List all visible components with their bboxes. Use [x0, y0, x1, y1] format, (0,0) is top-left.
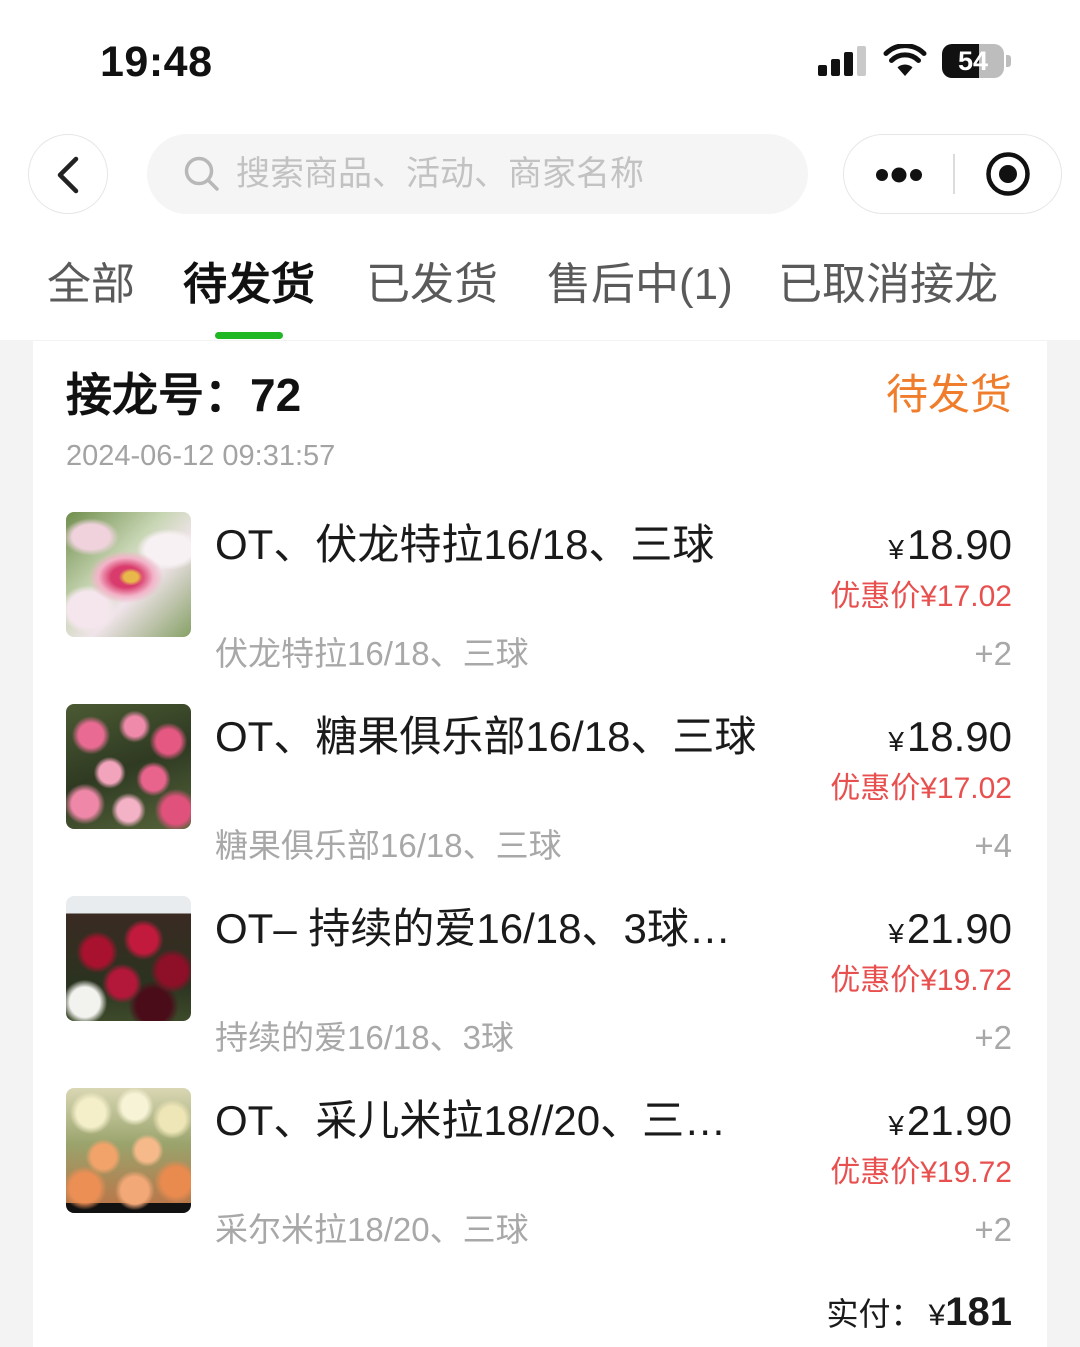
order-id-number: 72: [250, 369, 302, 421]
total-label: 实付：: [826, 1296, 923, 1332]
list-item[interactable]: OT、采儿米拉18//20、三… ¥21.90 优惠价¥19.72 采尔米拉18…: [33, 1088, 1047, 1280]
product-title: OT– 持续的爱16/18、3球…: [215, 905, 731, 952]
product-quantity: +4: [974, 827, 1012, 864]
back-button[interactable]: [28, 134, 108, 214]
tab-cancelled[interactable]: 已取消接龙: [778, 250, 998, 320]
price-amount: 18.90: [906, 521, 1012, 568]
discount-amount: ¥19.72: [920, 1156, 1012, 1189]
screen: 19:48 54 搜索商品、活动、商家名称 全部 待发货 已发货 售后中(1) …: [0, 0, 1080, 1347]
tab-after-sales[interactable]: 售后中(1): [547, 250, 733, 320]
search-placeholder: 搜索商品、活动、商家名称: [236, 155, 644, 193]
search-input[interactable]: 搜索商品、活动、商家名称: [147, 134, 808, 214]
status-badge: 待发货: [885, 371, 1012, 418]
list-item[interactable]: OT– 持续的爱16/18、3球… ¥21.90 优惠价¥19.72 持续的爱1…: [33, 896, 1047, 1088]
price-currency: ¥: [888, 726, 904, 757]
cellular-signal-icon: [818, 46, 866, 76]
battery-level: 54: [957, 46, 989, 76]
list-item[interactable]: OT、伏龙特拉16/18、三球 ¥18.90 优惠价¥17.02 伏龙特拉16/…: [33, 512, 1047, 704]
mini-program-capsule: [843, 134, 1062, 214]
total-currency: ¥: [928, 1299, 946, 1332]
total-amount: 181: [945, 1290, 1012, 1334]
order-id: 接龙号：72: [66, 370, 301, 420]
product-image[interactable]: [66, 704, 191, 829]
product-quantity: +2: [974, 1211, 1012, 1248]
discount-label: 优惠价: [830, 1156, 921, 1189]
more-dots-icon[interactable]: [875, 166, 923, 184]
price-amount: 21.90: [906, 1097, 1012, 1144]
order-total: 实付： ¥181: [827, 1289, 1012, 1344]
chevron-left-icon: [57, 156, 79, 194]
header-area: 19:48 54 搜索商品、活动、商家名称 全部 待发货 已发货 售后中(1) …: [0, 0, 1080, 340]
discount-label: 优惠价: [830, 964, 921, 997]
product-title: OT、糖果俱乐部16/18、三球: [215, 713, 757, 760]
search-icon: [184, 156, 219, 191]
product-price: ¥21.90: [888, 904, 1012, 964]
wifi-icon: [883, 44, 927, 76]
product-image[interactable]: [66, 512, 191, 637]
product-spec: 采尔米拉18/20、三球: [215, 1211, 529, 1248]
product-price: ¥18.90: [888, 712, 1012, 772]
product-spec: 伏龙特拉16/18、三球: [215, 635, 529, 672]
capsule-divider: [953, 154, 955, 194]
price-amount: 18.90: [906, 713, 1012, 760]
tab-pending-shipment[interactable]: 待发货: [183, 250, 315, 320]
discount-price: 优惠价¥17.02: [830, 579, 1012, 615]
product-title: OT、伏龙特拉16/18、三球: [215, 521, 715, 568]
order-datetime: 2024-06-12 09:31:57: [66, 440, 336, 472]
product-image[interactable]: [66, 1088, 191, 1213]
product-price: ¥21.90: [888, 1096, 1012, 1156]
product-image[interactable]: [66, 896, 191, 1021]
product-title: OT、采儿米拉18//20、三…: [215, 1097, 727, 1144]
discount-amount: ¥17.02: [920, 772, 1012, 805]
order-card[interactable]: 接龙号：72 待发货 2024-06-12 09:31:57 OT、伏龙特拉16…: [33, 341, 1047, 1347]
discount-price: 优惠价¥17.02: [830, 771, 1012, 807]
discount-price: 优惠价¥19.72: [830, 963, 1012, 999]
product-spec: 糖果俱乐部16/18、三球: [215, 827, 562, 864]
tab-all[interactable]: 全部: [47, 250, 135, 320]
price-currency: ¥: [888, 1110, 904, 1141]
discount-label: 优惠价: [830, 772, 921, 805]
target-icon[interactable]: [985, 151, 1031, 197]
active-tab-indicator: [215, 332, 283, 339]
battery-nub: [1006, 55, 1011, 67]
product-quantity: +2: [974, 1019, 1012, 1056]
battery-icon: 54: [942, 44, 1004, 78]
order-id-label: 接龙号：: [66, 369, 250, 421]
list-item[interactable]: OT、糖果俱乐部16/18、三球 ¥18.90 优惠价¥17.02 糖果俱乐部1…: [33, 704, 1047, 896]
price-amount: 21.90: [906, 905, 1012, 952]
discount-price: 优惠价¥19.72: [830, 1155, 1012, 1191]
discount-label: 优惠价: [830, 580, 921, 613]
tab-shipped[interactable]: 已发货: [366, 250, 498, 320]
product-spec: 持续的爱16/18、3球: [215, 1019, 514, 1056]
price-currency: ¥: [888, 534, 904, 565]
price-currency: ¥: [888, 918, 904, 949]
discount-amount: ¥17.02: [920, 580, 1012, 613]
discount-amount: ¥19.72: [920, 964, 1012, 997]
product-price: ¥18.90: [888, 520, 1012, 580]
status-time: 19:48: [100, 38, 213, 86]
product-quantity: +2: [974, 635, 1012, 672]
